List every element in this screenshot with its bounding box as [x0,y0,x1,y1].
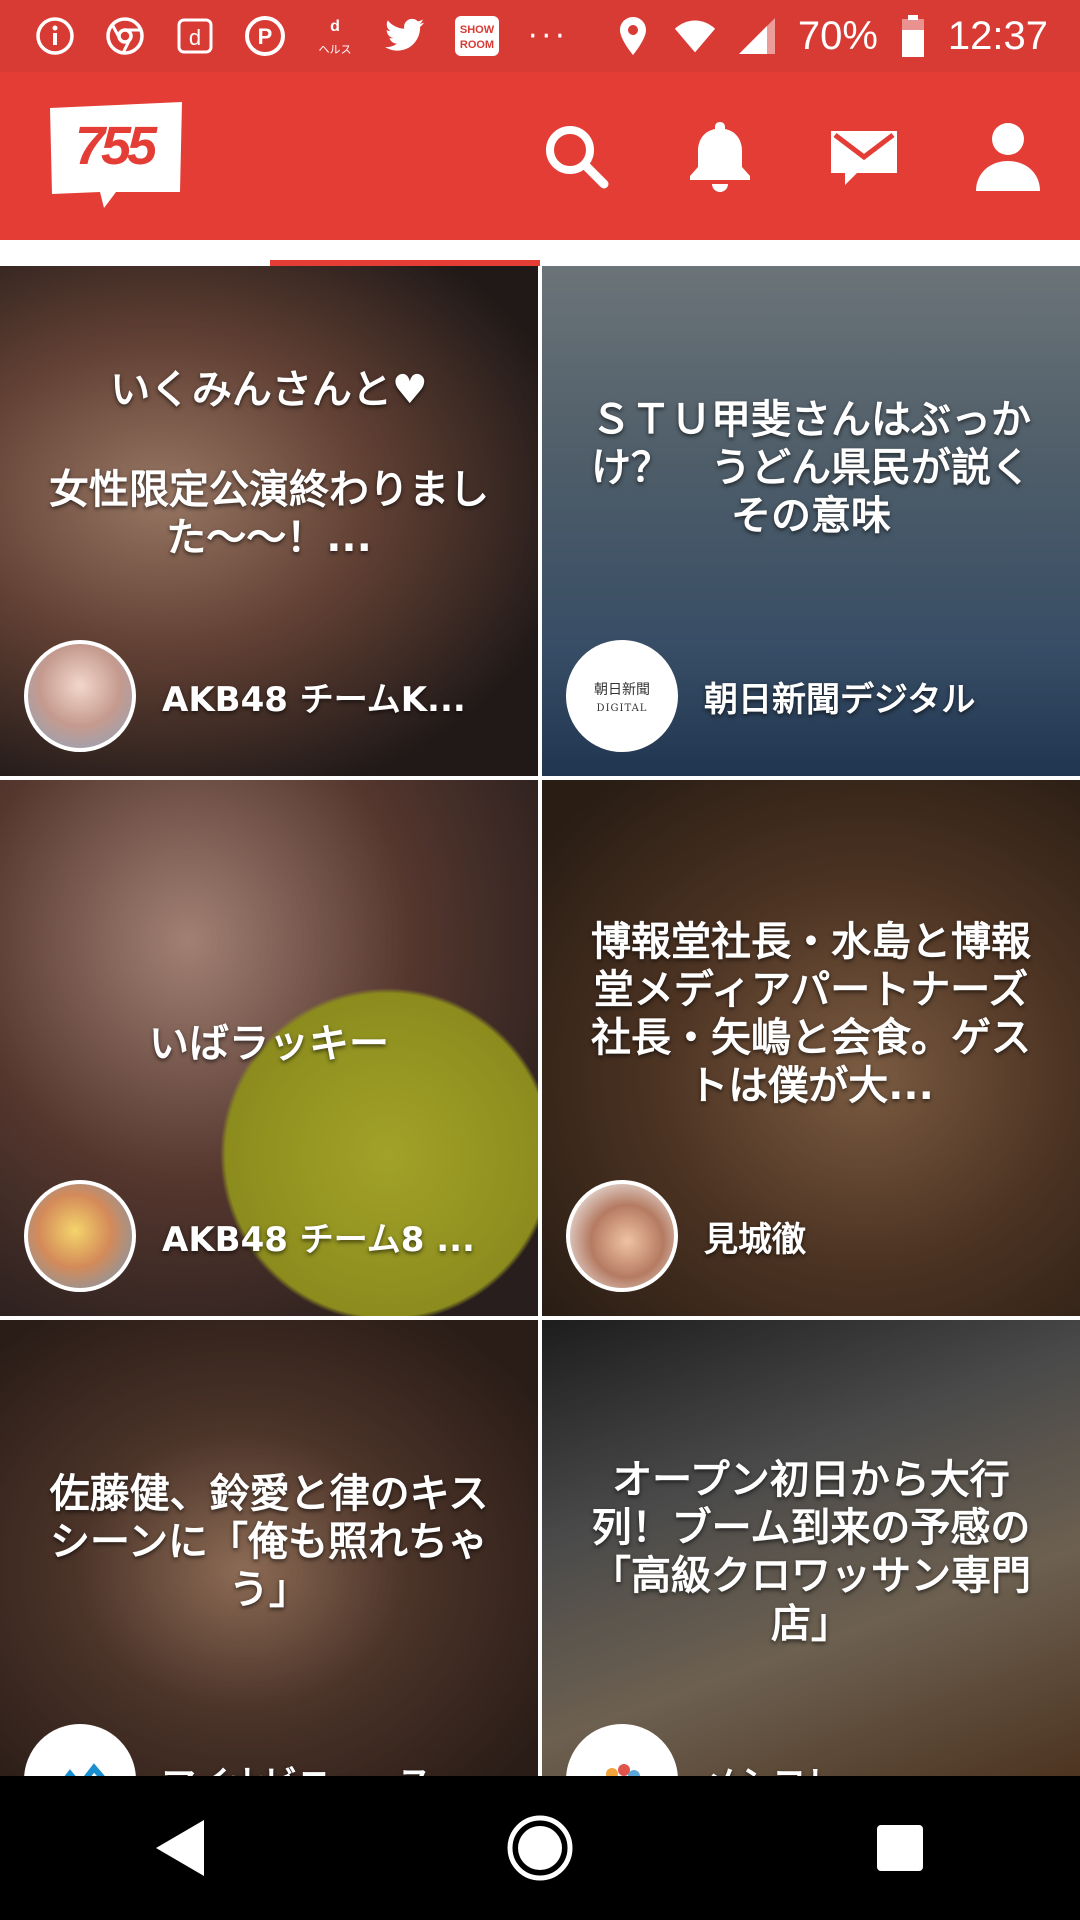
author-avatar[interactable] [24,1180,136,1292]
post-card[interactable]: いくみんさんと♥ 女性限定公演終わりました〜〜！... AKB48 チームK..… [0,266,538,776]
d-app-icon: d [174,15,216,57]
post-title: いばラッキー [149,1021,389,1067]
avatar-label-top: 朝日新聞 [594,681,650,698]
showroom-icon: SHOW ROOM [454,15,500,57]
clock: 12:37 [947,13,1048,58]
tab-strip [0,240,1080,266]
post-title-line1: いくみんさんと♥ [110,367,428,413]
author-name[interactable]: 朝日新聞デジタル [704,672,975,721]
bell-icon[interactable] [678,114,762,198]
recents-icon[interactable] [840,1788,960,1908]
svg-text:d: d [189,25,201,50]
author-avatar[interactable] [24,1724,136,1776]
author-avatar[interactable] [566,1180,678,1292]
post-card[interactable]: ＳＴＵ甲斐さんはぶっかけ？ うどん県民が説くその意味 朝日新聞 DIGITAL … [542,266,1080,776]
more-dots-icon: ··· [528,18,569,54]
author-name[interactable]: 見城徹 [704,1212,806,1261]
d-health-icon: d ヘルス [314,15,356,57]
mail-icon[interactable] [822,114,906,198]
info-icon [34,15,76,57]
svg-text:ヘルス: ヘルス [319,43,352,56]
battery-level: 70% [797,13,878,58]
location-icon [612,15,654,57]
post-title: 女性限定公演終わりました〜〜！... [49,467,489,561]
wifi-icon [674,15,716,57]
author-avatar[interactable] [24,640,136,752]
author-name[interactable]: マイナビニュース [162,1756,432,1777]
p-app-icon: P [244,15,286,57]
post-grid: いくみんさんと♥ 女性限定公演終わりました〜〜！... AKB48 チームK..… [0,266,1080,1776]
post-card[interactable]: 佐藤健、鈴愛と律のキスシーンに「俺も照れちゃう」 マイナビニュース [0,1320,538,1776]
profile-icon[interactable] [966,114,1050,198]
svg-text:SHOW: SHOW [460,24,495,36]
chrome-icon [104,15,146,57]
svg-text:d: d [330,18,340,35]
app-logo[interactable]: 755 [46,100,186,210]
battery-icon [898,15,928,57]
post-title: オープン初日から大行列！ブーム到来の予感の「高級クロワッサン専門店」 [591,1457,1031,1647]
author-name[interactable]: AKB48 チーム8 ... [162,1212,475,1261]
status-bar: d P d ヘルス SHOW ROOM ··· 70% 12:37 [0,0,1080,72]
post-title: ＳＴＵ甲斐さんはぶっかけ？ うどん県民が説くその意味 [591,397,1031,539]
post-title: 博報堂社長・水島と博報堂メディアパートナーズ社長・矢嶋と会食。ゲストは僕が大..… [591,919,1031,1109]
author-name[interactable]: AKB48 チームK... [162,672,466,721]
post-card[interactable]: いばラッキー AKB48 チーム8 ... [0,780,538,1316]
avatar-label-bottom: DIGITAL [596,702,648,714]
search-icon[interactable] [534,114,618,198]
home-icon[interactable] [480,1788,600,1908]
post-card[interactable]: 博報堂社長・水島と博報堂メディアパートナーズ社長・矢嶋と会食。ゲストは僕が大..… [542,780,1080,1316]
twitter-icon [384,15,426,57]
post-card[interactable]: オープン初日から大行列！ブーム到来の予感の「高級クロワッサン専門店」 メシコレ [542,1320,1080,1776]
post-title: 佐藤健、鈴愛と律のキスシーンに「俺も照れちゃう」 [49,1471,489,1613]
system-nav-bar [0,1776,1080,1920]
author-avatar[interactable]: 朝日新聞 DIGITAL [566,640,678,752]
back-icon[interactable] [120,1788,240,1908]
author-name[interactable]: メシコレ [704,1756,840,1777]
app-header: 755 [0,72,1080,240]
author-avatar[interactable] [566,1724,678,1776]
signal-icon [736,15,778,57]
logo-text: 755 [74,116,157,176]
svg-text:ROOM: ROOM [460,39,494,51]
svg-text:P: P [258,24,273,49]
